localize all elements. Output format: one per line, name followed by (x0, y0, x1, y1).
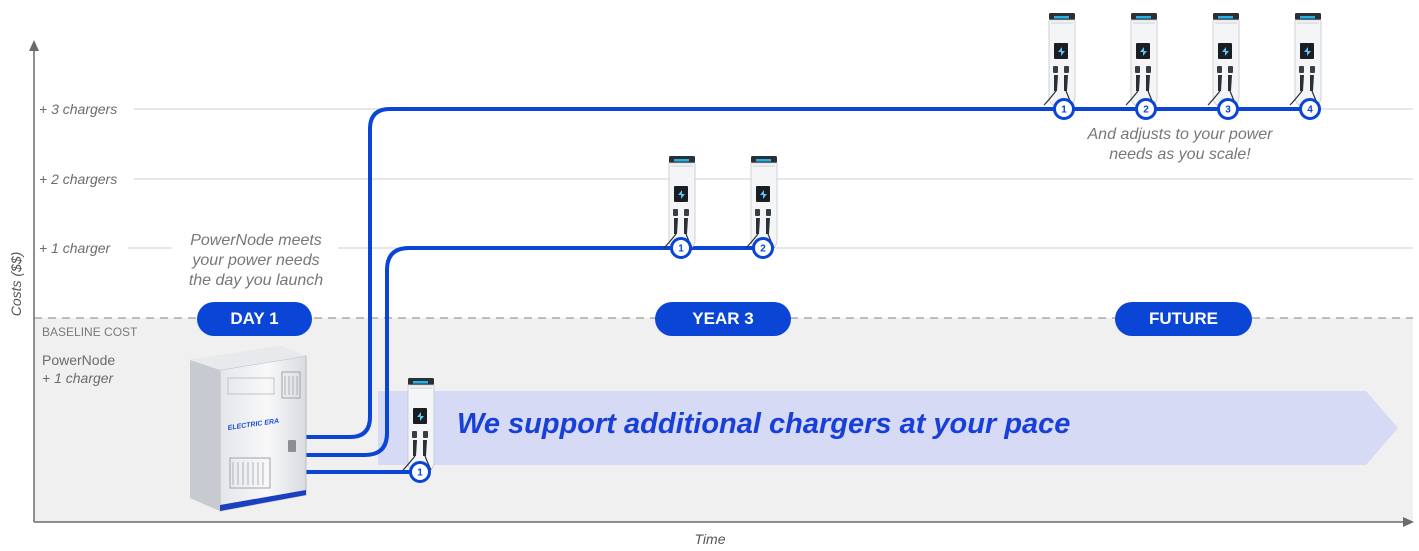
scale-note: And adjusts to your power needs as you s… (1087, 126, 1273, 163)
svg-text:2: 2 (1143, 105, 1149, 116)
svg-text:3: 3 (1225, 105, 1231, 116)
cost-diagram: ELECTRIC ERA 1 1 2 1 2 3 4 Costs ($$) + … (0, 0, 1419, 551)
level-label-3: + 3 chargers (39, 101, 118, 117)
charger-icon (1043, 13, 1076, 108)
svg-text:1: 1 (1061, 105, 1067, 116)
charger-icon (663, 156, 696, 251)
baseline-label: BASELINE COST (42, 325, 138, 339)
powernode-cabinet: ELECTRIC ERA (190, 346, 307, 512)
charger-icon (745, 156, 778, 251)
banner-text: We support additional chargers at your p… (457, 408, 1071, 440)
level-label-1: + 1 charger (39, 240, 111, 256)
x-axis-label: Time (694, 531, 726, 547)
svg-text:2: 2 (760, 244, 766, 255)
svg-text:4: 4 (1307, 105, 1313, 116)
phase-pill-day1: DAY 1 (197, 302, 312, 336)
number-badge: 2 (752, 237, 774, 259)
level-label-2: + 2 chargers (39, 171, 118, 187)
svg-text:1: 1 (678, 244, 684, 255)
number-badge: 1 (1053, 98, 1075, 120)
number-badge: 1 (670, 237, 692, 259)
charger-icon (1207, 13, 1240, 108)
number-badge: 4 (1299, 98, 1321, 120)
number-badge: 3 (1217, 98, 1239, 120)
number-badge: 2 (1135, 98, 1157, 120)
charger-icon (1289, 13, 1322, 108)
launch-note: PowerNode meets your power needs the day… (188, 232, 324, 289)
number-badge: 1 (409, 461, 431, 483)
phase-pill-year3: YEAR 3 (655, 302, 791, 336)
powernode-label: PowerNode (42, 352, 116, 368)
phase-pill-future: FUTURE (1115, 302, 1252, 336)
plus-one-charger-label: + 1 charger (42, 370, 114, 386)
y-axis-label: Costs ($$) (8, 251, 24, 317)
charger-icon (402, 378, 435, 473)
y-axis-arrow (29, 40, 39, 51)
svg-text:1: 1 (417, 468, 423, 479)
charger-icon (1125, 13, 1158, 108)
